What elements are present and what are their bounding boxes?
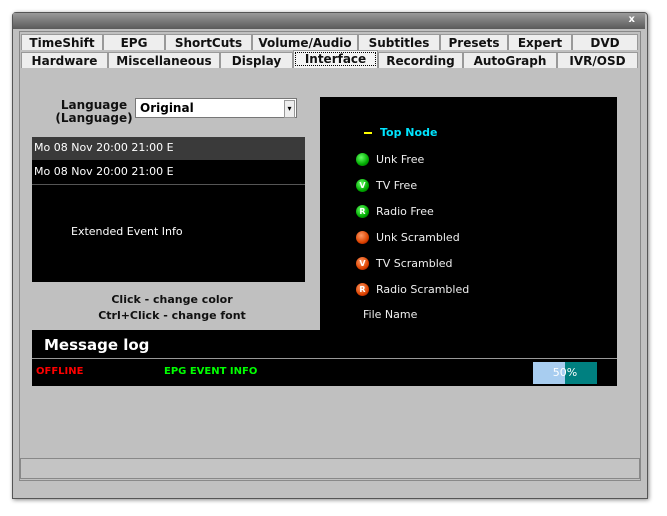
tab-recording[interactable]: Recording [378,52,463,68]
tree-item[interactable]: Unk Scrambled [356,231,460,244]
tree-item[interactable]: Unk Free [356,153,425,166]
status-offline: OFFLINE [36,366,84,377]
green-ball-icon [356,153,369,166]
tree-item[interactable]: R Radio Free [356,205,434,218]
tab-epg[interactable]: EPG [103,34,165,50]
tree-item-label: Unk Scrambled [376,231,460,244]
tab-dvd[interactable]: DVD [572,34,638,50]
collapse-icon[interactable] [364,132,372,134]
hint-ctrl-click: Ctrl+Click - change font [98,309,246,322]
tree-item-label: TV Free [376,179,418,192]
green-ball-icon: R [356,205,369,218]
tree-top-node[interactable]: Top Node [380,126,437,139]
tree-item-label: Radio Scrambled [376,283,470,296]
progress-bar: 50% [533,362,597,384]
language-label: Language (Language) [55,99,133,125]
tab-volume-audio[interactable]: Volume/Audio [252,34,358,50]
tab-timeshift[interactable]: TimeShift [21,34,103,50]
tree-item[interactable]: V TV Free [356,179,418,192]
message-log-title: Message log [44,336,150,354]
tree-item[interactable]: R Radio Scrambled [356,283,470,296]
message-log: Message log OFFLINE EPG EVENT INFO 50% [32,330,617,386]
hints: Click - change color Ctrl+Click - change… [32,292,312,324]
progress-text: 50% [552,366,578,379]
red-ball-icon [356,231,369,244]
tab-autograph[interactable]: AutoGraph [463,52,557,68]
tab-miscellaneous[interactable]: Miscellaneous [108,52,220,68]
title-bar[interactable]: x [13,13,645,29]
tab-ivr-osd[interactable]: IVR/OSD [557,52,638,68]
divider [32,184,305,185]
status-bar [20,458,640,479]
extended-event-info[interactable]: Extended Event Info [71,225,183,238]
tab-hardware[interactable]: Hardware [21,52,108,68]
file-name-label[interactable]: File Name [363,308,417,321]
tab-interface[interactable]: Interface [293,50,378,68]
tree-item-label: Radio Free [376,205,434,218]
tab-expert[interactable]: Expert [508,34,572,50]
epg-event-info: EPG EVENT INFO [164,366,258,377]
chevron-down-icon[interactable]: ▾ [284,100,295,118]
language-label-line2: (Language) [55,111,133,125]
tree-item-label: TV Scrambled [376,257,453,270]
red-ball-icon: V [356,257,369,270]
tab-subtitles[interactable]: Subtitles [358,34,440,50]
divider [32,358,617,359]
channel-tree[interactable]: Top Node Unk Free V TV Free R Radio Free Unk … [320,97,617,330]
list-item[interactable]: Mo 08 Nov 20:00 21:00 E [32,137,305,160]
tree-item-label: Unk Free [376,153,425,166]
epg-list[interactable]: Mo 08 Nov 20:00 21:00 E Mo 08 Nov 20:00 … [32,137,305,282]
tab-display[interactable]: Display [220,52,293,68]
list-item[interactable]: Mo 08 Nov 20:00 21:00 E [32,161,305,184]
language-value: Original [140,101,194,115]
close-button[interactable]: x [629,14,635,25]
tree-item[interactable]: V TV Scrambled [356,257,453,270]
tab-presets[interactable]: Presets [440,34,508,50]
hint-click: Click - change color [111,293,233,306]
green-ball-icon: V [356,179,369,192]
tab-shortcuts[interactable]: ShortCuts [165,34,252,50]
language-dropdown[interactable]: Original ▾ [135,98,297,118]
red-ball-icon: R [356,283,369,296]
